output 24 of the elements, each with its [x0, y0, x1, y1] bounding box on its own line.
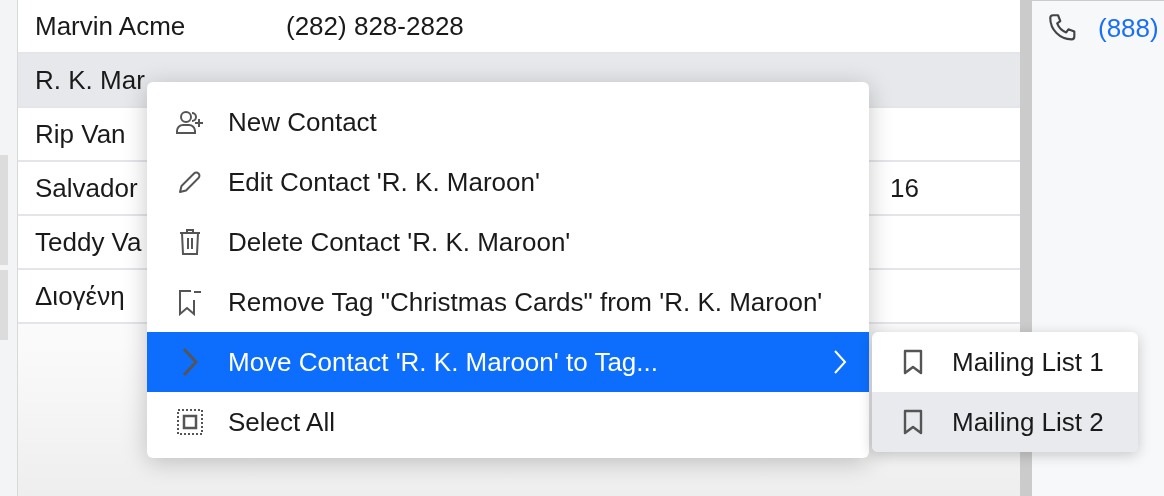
trash-icon [177, 228, 202, 256]
select-all-icon [175, 408, 204, 436]
phone-link[interactable]: (888) [1098, 12, 1159, 44]
table-cell: Teddy Va [35, 226, 142, 258]
bookmark-icon [902, 409, 924, 435]
menu-item[interactable]: Remove Tag "Christmas Cards" from 'R. K. Maroon' [147, 272, 869, 332]
add-person-icon [174, 109, 205, 135]
chevron-right-icon [180, 347, 199, 377]
menu-item[interactable]: Select All [147, 392, 869, 452]
menu-item[interactable]: Mailing List 2 [872, 392, 1138, 452]
table-cell: (282) 828-2828 [286, 10, 464, 42]
pencil-icon [176, 169, 203, 195]
menu-item[interactable]: Edit Contact 'R. K. Maroon' [147, 152, 869, 212]
table-cell: R. K. Mar [35, 64, 145, 96]
table-cell: 16 [890, 172, 919, 204]
table-cell: Rip Van [35, 118, 126, 150]
menu-item[interactable]: Mailing List 1 [872, 332, 1138, 392]
table-cell: Salvador [35, 172, 138, 204]
table-cell: Marvin Acme [35, 10, 186, 42]
bookmark-minus-icon [176, 288, 203, 316]
bookmark-icon [902, 349, 924, 375]
table-cell: Διογένη [35, 280, 125, 312]
menu-item[interactable]: Move Contact 'R. K. Maroon' to Tag... [147, 332, 869, 392]
menu-item[interactable]: Delete Contact 'R. K. Maroon' [147, 212, 869, 272]
